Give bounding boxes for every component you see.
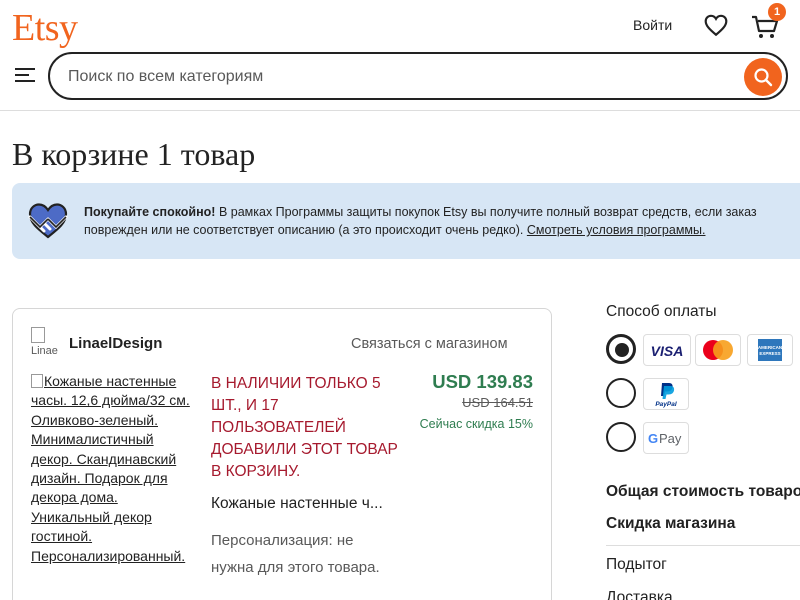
search-button[interactable] [744,58,782,96]
broken-image-icon [31,327,45,343]
search-bar [48,52,788,100]
visa-icon: VISA [651,343,684,359]
svg-text:VISA: VISA [651,343,684,359]
payment-radio-googlepay[interactable] [606,422,636,452]
price-block: USD 139.83 USD 164.51 Сейчас скидка 15% [413,371,533,434]
header-divider [0,110,800,111]
handshake-heart-icon [28,203,68,239]
item-image-alt: Кожаные настенные часы. 12,6 дюйма/32 см… [31,373,190,564]
current-price: USD 139.83 [432,371,533,392]
etsy-logo[interactable]: Etsy [12,6,78,50]
delivery-label: Доставка [606,589,673,600]
contact-shop-link[interactable]: Связаться с магазином [351,336,508,352]
broken-image-icon [31,374,43,388]
paypal-card: PayPal [643,378,689,410]
mastercard-card [695,334,741,366]
payment-radio-cards[interactable] [606,334,636,364]
shop-avatar[interactable]: Linae [31,327,63,359]
google-pay-icon: G Pay [648,431,682,446]
shop-avatar-alt: Linae [31,345,58,357]
svg-text:AMERICAN: AMERICAN [758,345,782,350]
page-title: В корзине 1 товар [12,136,256,172]
mastercard-icon [703,340,733,360]
banner-bold-text: Покупайте спокойно! [84,205,216,219]
payment-radio-paypal[interactable] [606,378,636,408]
program-terms-link[interactable]: Смотреть условия программы. [527,223,706,237]
cart-item-card: Linae LinaelDesign Связаться с магазином… [12,308,552,600]
subtotal-label: Подытог [606,556,667,573]
cart-count-badge: 1 [768,3,786,21]
search-icon [754,68,773,87]
items-total-label: Общая стоимость товаров [606,483,800,500]
signin-button[interactable]: Войти [633,17,672,33]
purchase-protection-banner: Покупайте спокойно! В рамках Программы з… [12,183,800,259]
banner-text-line1: В рамках Программы защиты покупок Etsy в… [215,205,757,219]
search-input[interactable] [68,66,728,88]
shop-discount-label: Скидка магазина [606,515,736,532]
item-title-link[interactable]: Кожаные настенные ч... [211,495,411,513]
shop-name-link[interactable]: LinaelDesign [69,335,162,352]
personalization-note: Персонализация: не нужна для этого товар… [211,532,380,576]
svg-text:G: G [648,431,658,446]
amex-card: AMERICAN EXPRESS [747,334,793,366]
summary-divider [606,545,800,546]
amex-icon: AMERICAN EXPRESS [758,339,782,361]
item-image-link[interactable]: Кожаные настенные часы. 12,6 дюйма/32 см… [31,372,195,566]
favorites-heart-icon[interactable] [703,12,729,38]
payment-method-title: Способ оплаты [606,303,717,320]
stock-warning: В НАЛИЧИИ ТОЛЬКО 5 ШТ., И 17 ПОЛЬЗОВАТЕЛ… [211,375,398,480]
visa-card: VISA [643,334,691,366]
discount-text: Сейчас скидка 15% [419,417,533,431]
svg-text:EXPRESS: EXPRESS [759,351,780,356]
banner-text: Покупайте спокойно! В рамках Программы з… [84,203,800,239]
googlepay-card: G Pay [643,422,689,454]
svg-text:PayPal: PayPal [655,401,677,408]
menu-icon[interactable] [14,64,36,86]
original-price: USD 164.51 [462,395,533,410]
banner-text-line2: поврежден или не соответствует описанию … [84,223,527,237]
svg-text:Pay: Pay [659,431,682,446]
paypal-icon: PayPal [655,383,677,408]
